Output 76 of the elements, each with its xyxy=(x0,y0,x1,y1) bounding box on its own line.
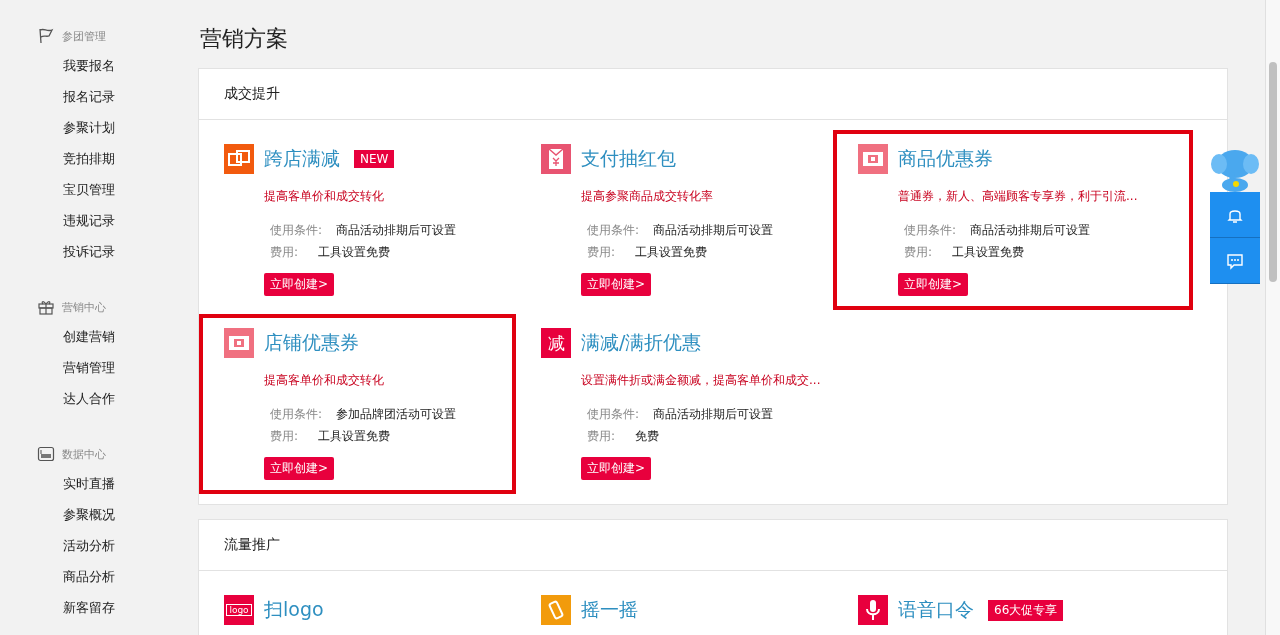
sidebar-item[interactable]: 参聚概况 xyxy=(0,499,198,530)
sidebar-item[interactable]: 我要报名 xyxy=(0,50,198,81)
condition-value: 商品活动排期后可设置 xyxy=(653,222,774,239)
fee-label: 费用: xyxy=(270,428,299,445)
sidebar-item[interactable]: 商品分析 xyxy=(0,561,198,592)
fee-label: 费用: xyxy=(587,428,616,445)
sidebar-item[interactable]: 达人合作 xyxy=(0,383,198,414)
condition-label: 使用条件: xyxy=(904,222,957,239)
sidebar-item[interactable]: 实时直播 xyxy=(0,468,198,499)
section-title: 成交提升 xyxy=(224,85,280,103)
fee-value: 工具设置免费 xyxy=(318,244,391,261)
create-button[interactable]: 立即创建> xyxy=(264,457,335,480)
tool-icon: 减 xyxy=(541,328,571,358)
tool-icon xyxy=(541,144,571,174)
tool-title[interactable]: 摇一摇 xyxy=(581,597,638,623)
fee-value: 工具设置免费 xyxy=(318,428,391,445)
sidebar-item[interactable]: 宝贝管理 xyxy=(0,174,198,205)
scrollbar[interactable] xyxy=(1265,0,1280,635)
sidebar-item[interactable]: 违规记录 xyxy=(0,205,198,236)
notification-button[interactable] xyxy=(1210,192,1260,238)
sidebar-item[interactable]: 营销管理 xyxy=(0,352,198,383)
tool-title[interactable]: 语音口令 xyxy=(898,597,974,623)
fee-value: 工具设置免费 xyxy=(635,244,708,261)
tool-description: 提高客单价和成交转化 xyxy=(264,372,385,389)
tool-description: 普通券，新人、高端顾客专享券，利于引流... xyxy=(898,188,1139,205)
tool-title[interactable]: 支付抽红包 xyxy=(581,146,676,172)
group-title: 参团管理 xyxy=(62,28,106,44)
sidebar-item[interactable]: 参聚计划 xyxy=(0,112,198,143)
gift-icon xyxy=(37,298,55,316)
condition-label: 使用条件: xyxy=(270,406,323,423)
sidebar-item[interactable]: 投诉记录 xyxy=(0,236,198,267)
tool-icon xyxy=(858,144,888,174)
flag-icon xyxy=(37,27,55,45)
create-button[interactable]: 立即创建> xyxy=(581,457,652,480)
condition-value: 商品活动排期后可设置 xyxy=(653,406,774,423)
sidebar-item[interactable]: 活动分析 xyxy=(0,530,198,561)
tool-description: 提高参聚商品成交转化率 xyxy=(581,188,714,205)
tool-icon xyxy=(224,144,254,174)
condition-value: 商品活动排期后可设置 xyxy=(970,222,1091,239)
tool-description: 设置满件折或满金额减，提高客单价和成交... xyxy=(581,372,822,389)
image-icon xyxy=(37,445,55,463)
condition-value: 商品活动排期后可设置 xyxy=(336,222,457,239)
condition-value: 参加品牌团活动可设置 xyxy=(336,406,457,423)
create-button[interactable]: 立即创建> xyxy=(898,273,969,296)
fee-label: 费用: xyxy=(270,244,299,261)
create-button[interactable]: 立即创建> xyxy=(264,273,335,296)
group-title: 营销中心 xyxy=(62,299,106,315)
tool-title[interactable]: 扫logo xyxy=(264,597,324,623)
fee-label: 费用: xyxy=(587,244,616,261)
tool-description: 提高客单价和成交转化 xyxy=(264,188,385,205)
chat-button[interactable] xyxy=(1210,238,1260,284)
sidebar-item[interactable]: 竞拍排期 xyxy=(0,143,198,174)
fee-value: 免费 xyxy=(635,428,660,445)
tool-title[interactable]: 满减/满折优惠 xyxy=(581,330,702,356)
fee-label: 费用: xyxy=(904,244,933,261)
sidebar-item[interactable]: 报名记录 xyxy=(0,81,198,112)
condition-label: 使用条件: xyxy=(587,222,640,239)
tool-icon: logo xyxy=(224,595,254,625)
tool-icon xyxy=(224,328,254,358)
condition-label: 使用条件: xyxy=(270,222,323,239)
group-title: 数据中心 xyxy=(62,446,106,462)
tool-icon xyxy=(541,595,571,625)
condition-label: 使用条件: xyxy=(587,406,640,423)
create-button[interactable]: 立即创建> xyxy=(581,273,652,296)
tool-title[interactable]: 跨店满减 xyxy=(264,146,340,172)
elephant-mascot-icon xyxy=(1210,148,1260,192)
sidebar-item[interactable]: 新客留存 xyxy=(0,592,198,623)
tool-title[interactable]: 店铺优惠券 xyxy=(264,330,359,356)
tool-icon xyxy=(858,595,888,625)
section-title: 流量推广 xyxy=(224,536,280,554)
tag-badge: NEW xyxy=(354,150,395,168)
sidebar-item[interactable]: 创建营销 xyxy=(0,321,198,352)
fee-value: 工具设置免费 xyxy=(952,244,1025,261)
tool-title[interactable]: 商品优惠券 xyxy=(898,146,993,172)
tag-badge: 66大促专享 xyxy=(988,599,1064,621)
page-title: 营销方案 xyxy=(200,25,289,53)
